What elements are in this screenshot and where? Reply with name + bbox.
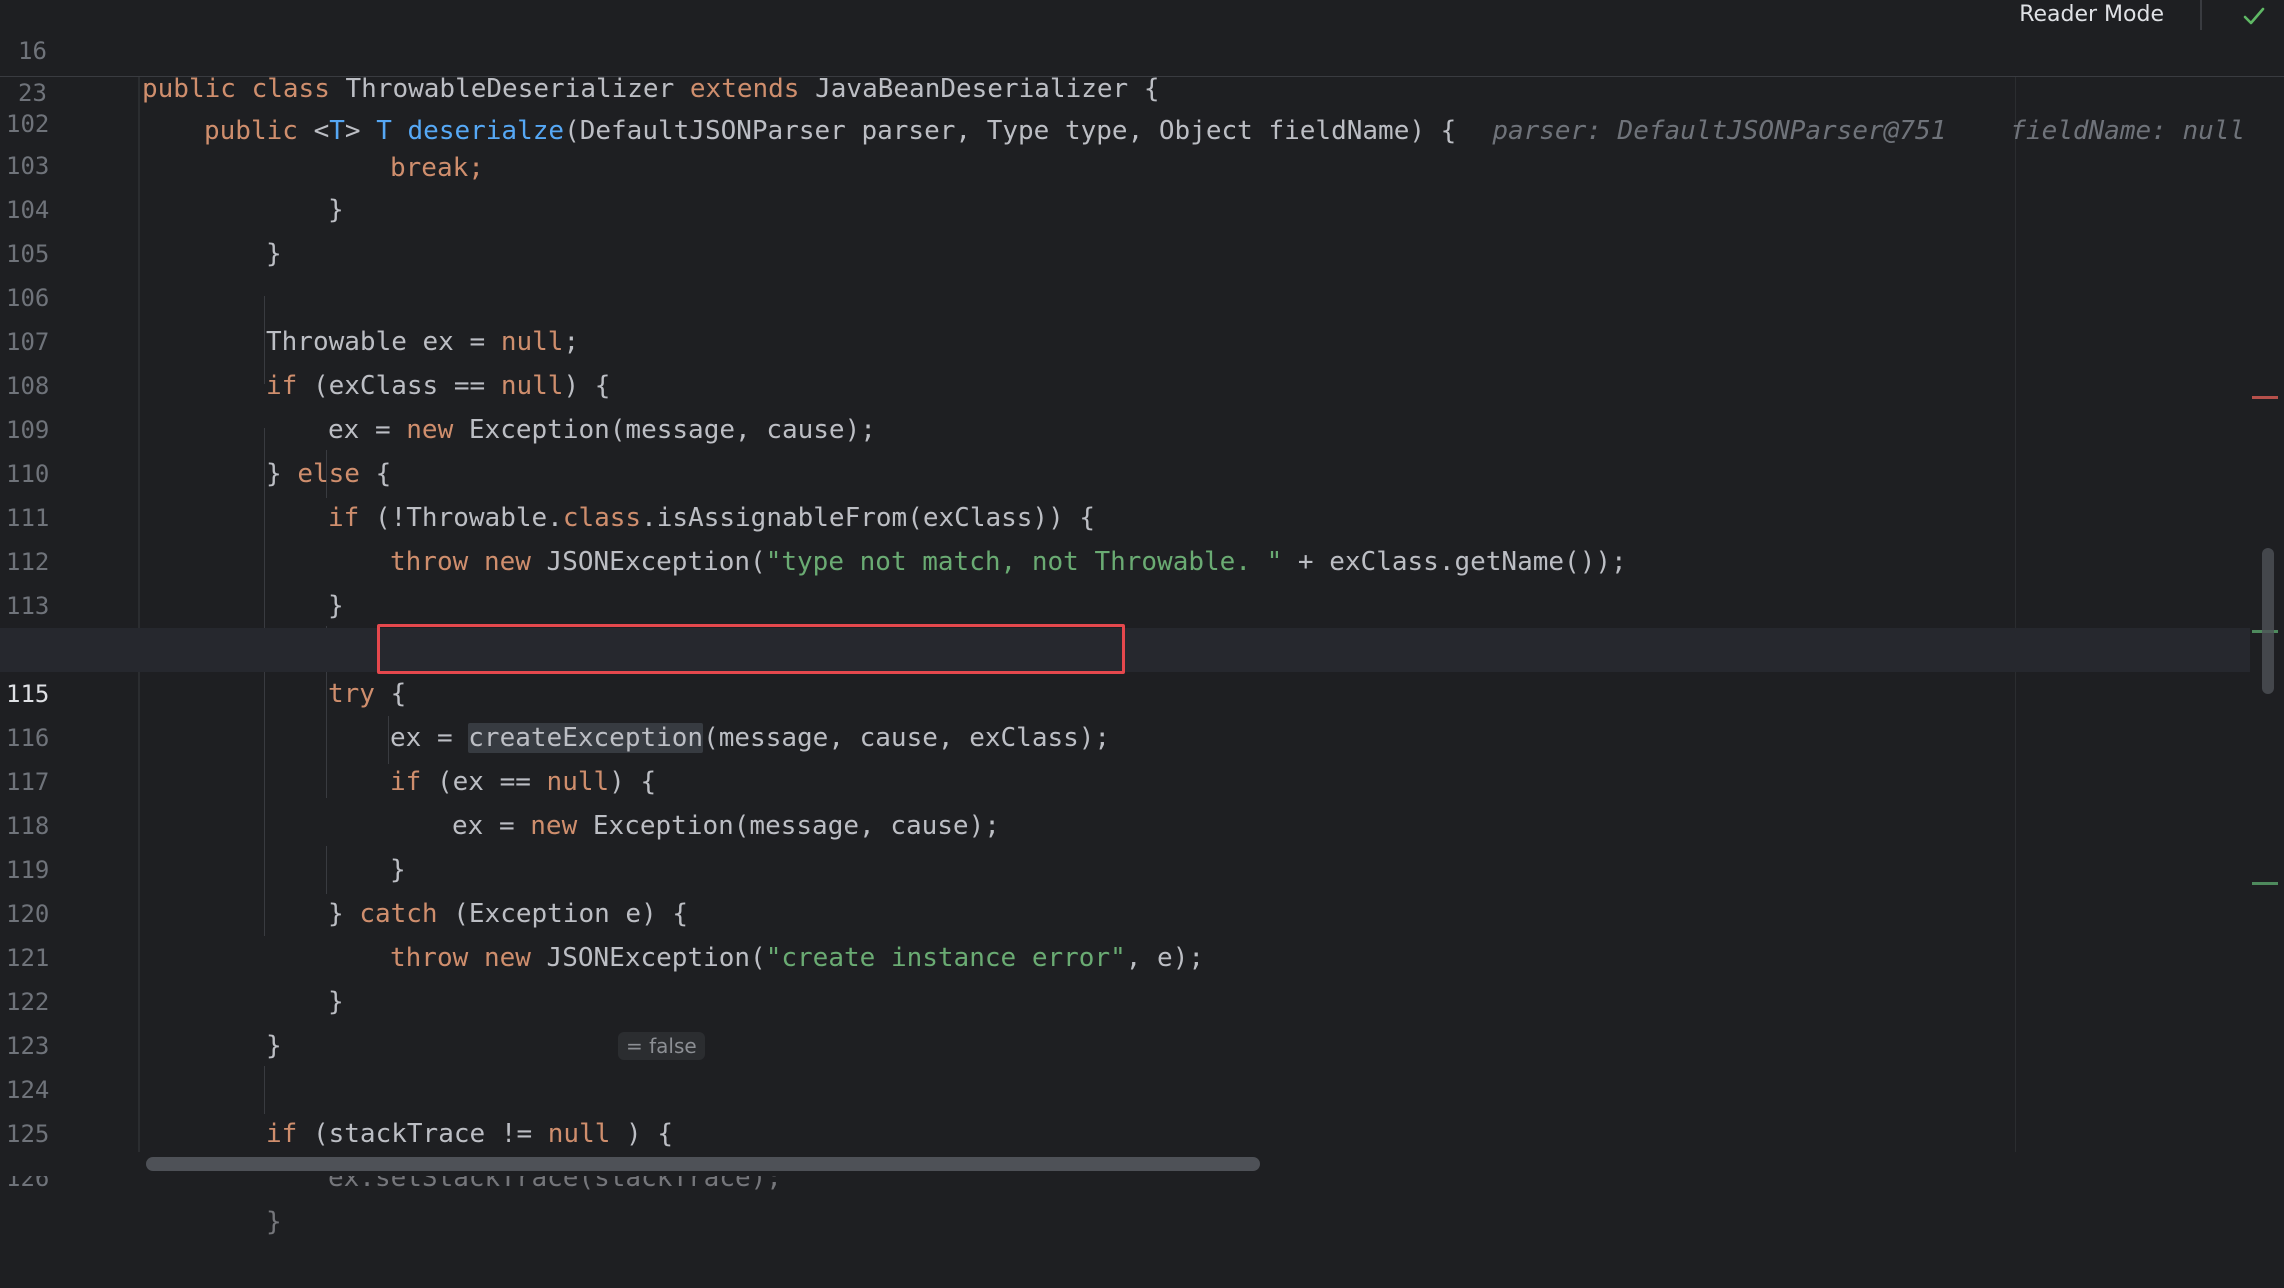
code-line[interactable]: 123 <box>0 980 2250 1060</box>
code-line[interactable]: 122 } <box>0 936 2250 1061</box>
code-line[interactable]: 116 if (ex == null) { <box>0 672 2250 797</box>
code-line[interactable]: 112 } <box>0 496 2250 621</box>
code-line[interactable]: 113 <box>0 540 2250 620</box>
code-line[interactable]: 120 throw new JSONException("create inst… <box>0 848 2250 973</box>
code-line[interactable]: 119 } catch (Exception e) { <box>0 804 2250 929</box>
horizontal-scrollbar-thumb[interactable] <box>146 1157 1260 1171</box>
code-line[interactable]: 111 throw new JSONException("type not ma… <box>0 452 2250 577</box>
code-text: public class ThrowableDeserializer exten… <box>142 74 1160 104</box>
code-line[interactable]: 108 ex = new Exception(message, cause); <box>0 320 2250 445</box>
line-number: 23 <box>18 79 47 107</box>
code-line[interactable]: 118 } <box>0 760 2250 885</box>
debug-hint-parser: parser: DefaultJSONParser@751 <box>1492 116 1947 146</box>
highlight-box <box>377 624 1125 674</box>
code-line[interactable]: 106 Throwable ex = null; <box>0 232 2250 357</box>
error-stripe-marker[interactable] <box>2252 396 2278 399</box>
checkmark-icon[interactable] <box>2240 2 2268 30</box>
toolbar-divider <box>2200 0 2202 30</box>
reader-mode-button[interactable]: Reader Mode <box>2019 0 2164 30</box>
change-stripe-marker[interactable] <box>2252 882 2278 885</box>
sticky-line-class[interactable]: 16 public class ThrowableDeserializer ex… <box>0 0 1160 104</box>
code-line[interactable]: 109 } else { <box>0 364 2250 489</box>
code-line[interactable]: 105 <box>0 188 2250 268</box>
debug-hint-fieldname: fieldName: null <box>2010 116 2246 146</box>
code-line[interactable]: 110 if (!Throwable.class.isAssignableFro… <box>0 408 2250 533</box>
code-line[interactable]: 117 ex = new Exception(message, cause); <box>0 716 2250 841</box>
sticky-scope-header[interactable]: 16 public class ThrowableDeserializer ex… <box>0 0 2284 146</box>
current-code-line[interactable]: 115 ex = createException(message, cause,… <box>0 628 2250 753</box>
inlay-value-hint: = false <box>618 1032 705 1060</box>
code-editor[interactable]: 102 break; 103 } 104 } 105 106 Throwable… <box>0 0 2284 1237</box>
code-line[interactable]: 125 ex.setStackTrace(stackTrace); <box>0 1068 2250 1193</box>
code-line[interactable]: 126 } <box>0 1112 2250 1237</box>
vertical-scrollbar-thumb[interactable] <box>2262 548 2274 694</box>
code-line[interactable]: 107 if (exClass == null) { <box>0 276 2250 401</box>
code-line[interactable]: 114 try { <box>0 584 2250 709</box>
code-text: } <box>266 1207 282 1237</box>
code-line[interactable]: 124 if (stackTrace != null ) { = false <box>0 1024 2250 1149</box>
sticky-line-method[interactable]: 23 public <T> T deserialze(DefaultJSONPa… <box>0 36 2245 146</box>
code-text: public <T> T deserialze(DefaultJSONParse… <box>142 112 2245 150</box>
method-signature: public <T> T deserialze(DefaultJSONParse… <box>204 116 1457 146</box>
code-line[interactable]: 121 } <box>0 892 2250 1017</box>
code-line[interactable]: 104 } <box>0 144 2250 269</box>
